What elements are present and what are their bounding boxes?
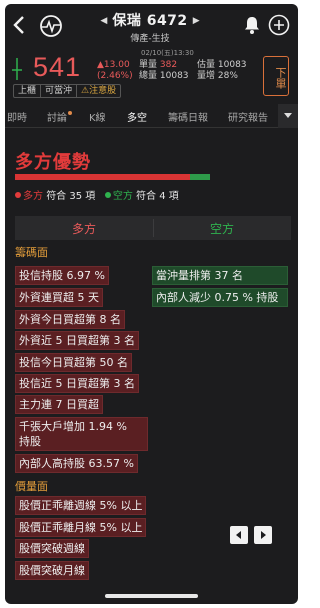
bull-item[interactable]: 外資今日買超第 8 名 [15,310,125,329]
bear-item[interactable]: 內部人減少 0.75 % 持股 [152,288,288,307]
bull-dot-icon [15,192,21,198]
volume-block: 單量 382 總量 10083 [139,60,189,82]
bear-legend-count: 符合 4 項 [136,191,179,202]
app-frame: ◀ 保瑞 6472 ▶ 傳產-生技 02/10(五)13:30 541 ▲13.… [5,4,298,604]
estimate-block: 估量 10083 量增 28% [197,60,247,82]
stock-badges: 上櫃 可當沖 ⚠注意股 [13,84,122,98]
tab-chip-daily[interactable]: 籌碼日報 [168,109,208,124]
new-dot-icon [68,111,72,115]
verdict-title: 多方優勢 [15,152,91,173]
top-bar: ◀ 保瑞 6472 ▶ 傳產-生技 [5,4,298,48]
bull-column-title: 多方 [71,222,96,236]
single-volume-value: 382 [159,60,178,70]
section-price-title: 價量面 [15,480,48,493]
change-percent: (2.46%) [97,71,133,81]
bull-bear-bar [15,174,210,180]
volume-ratio-value: 28% [217,71,238,81]
badge-warning[interactable]: ⚠注意股 [77,85,120,97]
verdict-legend: 多方 符合 35 項 空方 符合 4 項 [15,187,179,202]
est-volume-value: 10083 [217,60,247,70]
next-stock-icon[interactable]: ▶ [193,16,200,26]
section-chip-title: 籌碼面 [15,246,48,259]
price-change: ▲13.00 (2.46%) [97,60,133,82]
tabs-dropdown-icon[interactable] [278,104,298,128]
bull-item[interactable]: 股價正乖離月線 5% 以上 [15,518,147,537]
prev-stock-icon[interactable]: ◀ [100,16,107,26]
bull-item[interactable]: 外資近 5 日買超第 3 名 [15,331,139,350]
next-page-icon[interactable] [254,526,272,544]
bell-icon[interactable] [242,15,262,35]
tab-kline[interactable]: K線 [89,109,106,124]
bull-item[interactable]: 內部人高持股 63.57 % [15,454,138,473]
add-watchlist-icon[interactable] [268,14,290,36]
stock-title: 保瑞 6472 [112,13,188,29]
tab-bull-bear[interactable]: 多空 [127,109,147,124]
place-order-button[interactable]: 下單 [263,56,289,96]
volume-ratio-label: 量增 [197,71,216,81]
tab-research[interactable]: 研究報告 [228,109,268,124]
badge-otc: 上櫃 [14,85,42,97]
quote-time: 02/10(五)13:30 [141,49,194,57]
bull-item[interactable]: 投信近 5 日買超第 3 名 [15,374,139,393]
bull-item[interactable]: 股價突破週線 [15,539,89,558]
back-arrow-icon[interactable] [11,14,29,36]
last-price: 541 [33,52,82,82]
bull-item[interactable]: 股價突破月線 [15,561,89,580]
bull-item[interactable]: 股價正乖離週線 5% 以上 [15,496,147,515]
est-volume-label: 估量 [197,60,216,70]
bull-item[interactable]: 主力連 7 日買超 [15,395,103,414]
bull-item-line: 持股 [19,435,41,448]
column-header: 多方 空方 [15,216,291,240]
total-volume-value: 10083 [159,71,189,81]
tab-discussion[interactable]: 討論 [47,109,72,124]
bull-item-multiline[interactable]: 千張大戶增加 1.94 % 持股 [15,417,148,451]
stock-industry: 傳產-生技 [130,34,170,44]
change-amount: ▲13.00 [97,60,130,70]
trend-arrow-icon [12,58,22,80]
bull-legend-label: 多方 [23,191,43,202]
bull-item[interactable]: 投信今日買超第 50 名 [15,353,132,372]
total-volume-label: 總量 [139,71,158,81]
badge-daytrade: 可當沖 [41,85,78,97]
bull-item[interactable]: 外資連買超 5 天 [15,288,103,307]
bull-legend-count: 符合 35 項 [46,191,96,202]
prev-page-icon[interactable] [230,526,248,544]
bear-item[interactable]: 當沖量排第 37 名 [152,266,288,285]
home-indicator[interactable] [105,594,198,598]
bear-dot-icon [104,192,111,198]
bull-bar-fill [15,174,190,180]
bear-column-title: 空方 [209,222,234,236]
pulse-icon[interactable] [39,14,63,38]
single-volume-label: 單量 [139,60,158,70]
tab-realtime[interactable]: 即時 [7,109,27,124]
stock-title-block: ◀ 保瑞 6472 ▶ 傳產-生技 [75,10,225,44]
bull-item[interactable]: 投信持股 6.97 % [15,266,109,285]
bull-item-line: 千張大戶增加 1.94 % [19,420,127,433]
tab-bar: 即時 討論 K線 多空 籌碼日報 研究報告 [5,104,298,128]
bear-legend-label: 空方 [112,191,133,202]
